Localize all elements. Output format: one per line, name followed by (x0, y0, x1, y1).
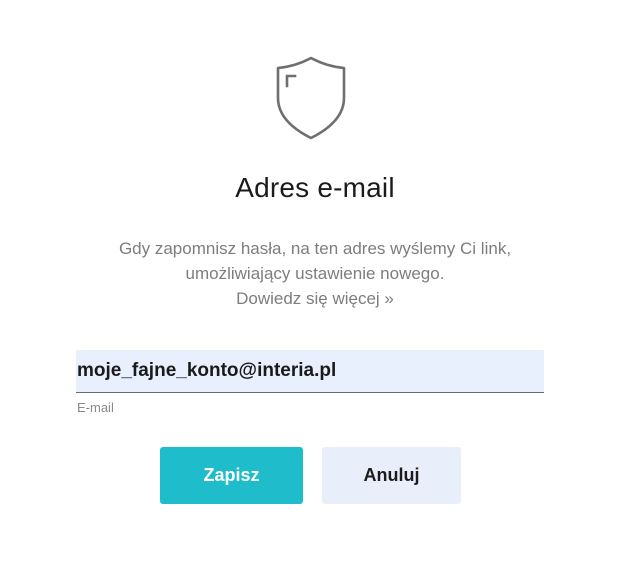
email-field-container (76, 350, 544, 393)
description-line-1: Gdy zapomnisz hasła, na ten adres wyślem… (118, 239, 512, 258)
page-title: Adres e-mail (235, 172, 395, 203)
shield-icon (276, 56, 346, 140)
cancel-button[interactable]: Anuluj (322, 447, 461, 504)
description-line-2: umożliwiający ustawienie nowego. (185, 264, 445, 283)
email-field-label: E-mail (77, 400, 114, 415)
save-button[interactable]: Zapisz (160, 447, 303, 504)
description: Gdy zapomnisz hasła, na ten adres wyślem… (60, 236, 570, 311)
learn-more-link[interactable]: Dowiedz się więcej » (236, 289, 394, 308)
email-input[interactable] (76, 350, 544, 392)
